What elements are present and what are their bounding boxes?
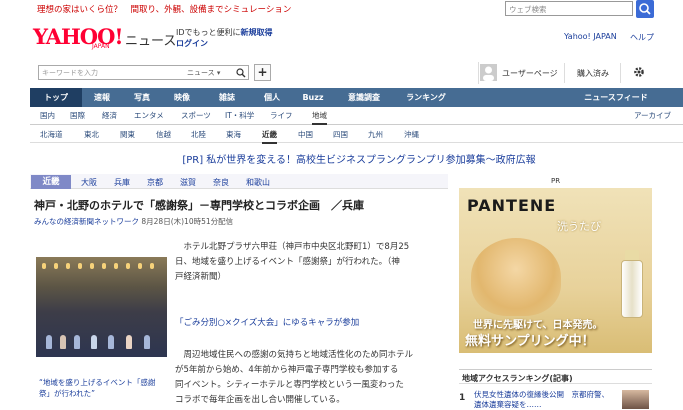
category-life[interactable]: ライフ [270,110,293,121]
ranking-number: 1 [459,393,466,403]
region-nav: 北海道 東北 関東 信越 北陸 東海 近畿 中国 四国 九州 沖縄 [30,125,683,144]
article-source[interactable]: みんなの経済新聞ネットワーク [34,217,139,226]
article-inline-link[interactable]: 「ごみ分別○×クイズ大会」にゆるキャラが参加 [175,316,359,328]
category-sports[interactable]: スポーツ [181,110,211,121]
nav-ranking[interactable]: ランキング [394,88,458,107]
region-kinki[interactable]: 近畿 [262,129,277,144]
id-text: IDでもっと便利に [176,28,241,37]
section-title[interactable]: ニュース [125,30,176,49]
ad-line2: 無料サンプリング中！ [465,334,595,349]
nav-video[interactable]: 映像 [162,88,202,107]
keyword-search[interactable]: キーワードを入力 ニュース ▾ [38,65,249,80]
ad-bottle-image [621,260,643,318]
id-promo: IDでもっと便利に新規取得 ログイン [176,27,273,49]
nav-breaking[interactable]: 速報 [82,88,122,107]
search-icon[interactable] [236,68,246,78]
register-link[interactable]: 新規取得 [241,28,273,37]
local-hyogo[interactable]: 兵庫 [114,177,130,188]
article-date: 8月28日(木)10時51分配信 [141,217,234,226]
local-nara[interactable]: 奈良 [213,177,229,188]
divider [620,63,621,83]
side-ad[interactable]: PANTENE 洗うたび 世界に先駆けて、日本発売。 無料サンプリング中！ [459,188,652,353]
local-shiga[interactable]: 滋賀 [180,177,196,188]
category-nav: 国内 国際 経済 エンタメ スポーツ IT・科学 ライフ 地域 アーカイブ [30,107,683,125]
region-hokkaido[interactable]: 北海道 [40,129,63,140]
purchased-link[interactable]: 購入済み [577,68,609,79]
nav-top[interactable]: トップ [30,88,82,107]
body-line: 周辺地域住民への感謝の気持ちと地域活性化のため同ホテル [175,350,414,360]
ranking-thumbnail[interactable] [622,390,649,409]
web-search-input[interactable]: ウェブ検索 [505,1,633,16]
pr-link[interactable]: [PR] 私が世界を変える！高校生ビジネスプラングランプリ参加募集～政府広報 [0,151,683,166]
local-kyoto[interactable]: 京都 [147,177,163,188]
nav-magazine[interactable]: 雑誌 [202,88,252,107]
region-shikoku[interactable]: 四国 [333,129,348,140]
ad-model-image [471,238,561,316]
local-osaka[interactable]: 大阪 [81,177,97,188]
local-tag: 近畿 [31,175,71,189]
search-icon [639,3,651,15]
ad-brand: PANTENE [467,196,557,215]
ad-tagline: 洗うたび [557,220,601,233]
caption-line: 祭」が行われた” [39,389,96,398]
body-line: 戸経済新聞） [175,272,227,282]
category-it-science[interactable]: IT・科学 [225,110,254,121]
divider [564,63,565,83]
category-local[interactable]: 地域 [312,110,327,125]
body-line: コラボで毎年企画を出し合い開催している。 [175,395,345,405]
help-link[interactable]: ヘルプ [630,32,654,43]
archive-link[interactable]: アーカイブ [634,110,671,121]
region-shinetsu[interactable]: 信越 [156,129,171,140]
avatar[interactable] [480,64,497,81]
nav-personal[interactable]: 個人 [252,88,292,107]
body-line: ホテル北野プラザ六甲荘（神戸市中央区北野町1）で8月25 [175,242,410,252]
main-nav: トップ 速報 写真 映像 雑誌 個人 Buzz 意識調査 ランキング ニュースフ… [30,88,683,107]
body-line: が5年前から始め、4年前から神戸電子専門学校も参加する [175,365,399,375]
nav-survey[interactable]: 意識調査 [334,88,394,107]
search-scope-select[interactable]: ニュース ▾ [187,68,220,78]
ad-line1: 世界に先駆けて、日本発売。 [473,320,603,331]
body-line: 同イベント。シティーホテルと専門学校という一風変わった [175,380,404,390]
region-hokuriku[interactable]: 北陸 [191,129,206,140]
user-page-link[interactable]: ユーザーページ [502,68,558,79]
nav-buzz[interactable]: Buzz [292,88,334,107]
category-economy[interactable]: 経済 [102,110,117,121]
region-okinawa[interactable]: 沖縄 [404,129,419,140]
article-title: 神戸・北野のホテルで「感謝祭」－専門学校とコラボ企画 ／兵庫 [34,199,364,212]
nav-photos[interactable]: 写真 [122,88,162,107]
top-ad-link[interactable]: 理想の家はいくら位？ 間取り、外観、設備までシミュレーション [37,3,291,15]
article-byline: みんなの経済新聞ネットワーク 8月28日(木)10時51分配信 [34,216,233,227]
ranking-item-link[interactable]: 伏見女性遺体の復縁後公開 京都府警、遺体遺棄容疑を…… [474,390,614,410]
article-para1: ホテル北野プラザ六甲荘（神戸市中央区北野町1）で8月25 日、地域を盛り上げるイ… [175,240,409,285]
body-line: 日、地域を盛り上げるイベント「感謝祭」が行われた。（神 [175,257,400,267]
region-kyushu[interactable]: 九州 [368,129,383,140]
region-kanto[interactable]: 関東 [120,129,135,140]
region-chugoku[interactable]: 中国 [298,129,313,140]
web-search-button[interactable] [636,0,654,18]
ranking-title: 地域アクセスランキング(記事) [459,369,652,384]
category-entertainment[interactable]: エンタメ [134,110,164,121]
photo-caption[interactable]: “地域を盛り上げるイベント「感謝 祭」が行われた” [39,377,155,399]
article-photo[interactable] [36,257,167,357]
settings-button[interactable] [633,66,645,80]
add-button[interactable]: + [254,64,271,81]
caption-line: “地域を盛り上げるイベント「感謝 [39,378,156,387]
category-international[interactable]: 国際 [70,110,85,121]
region-tohoku[interactable]: 東北 [84,129,99,140]
gear-icon [634,67,644,77]
nav-newsfeed[interactable]: ニュースフィード [578,88,654,107]
article-para2: 周辺地域住民への感謝の気持ちと地域活性化のため同ホテル が5年前から始め、4年前… [175,348,413,408]
yahoo-logo-sub: JAPAN [92,43,110,50]
local-wakayama[interactable]: 和歌山 [246,177,270,188]
region-tokai[interactable]: 東海 [226,129,241,140]
category-domestic[interactable]: 国内 [40,110,55,121]
login-link[interactable]: ログイン [176,39,208,48]
pr-label: PR [551,177,561,185]
user-icon [483,66,494,81]
keyword-input[interactable]: キーワードを入力 [42,68,98,78]
yahoo-japan-link[interactable]: Yahoo! JAPAN [564,32,617,41]
